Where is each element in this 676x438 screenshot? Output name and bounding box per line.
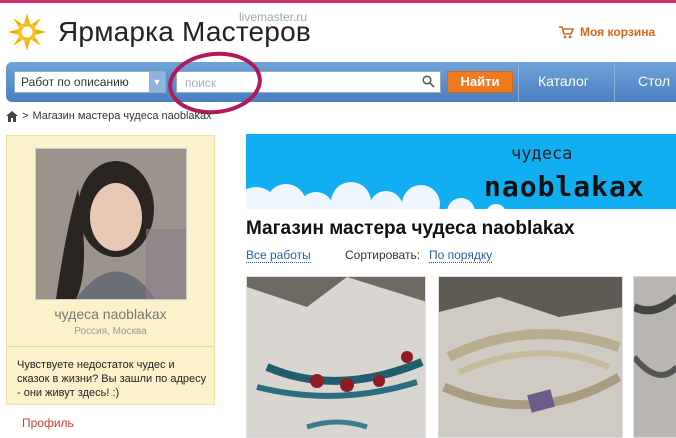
main-navbar: Работ по описанию ▼ Найти Каталог Стол bbox=[6, 62, 676, 102]
avatar-portrait-icon bbox=[36, 149, 186, 299]
master-sidebar: чудеса naoblakax Россия, Москва Чувствуе… bbox=[6, 135, 215, 405]
product-card[interactable] bbox=[246, 276, 426, 438]
master-promo-text: Чувствуете недостаток чудес и сказок в ж… bbox=[17, 359, 207, 399]
logo-sun-icon[interactable] bbox=[7, 12, 47, 52]
search-input[interactable] bbox=[183, 73, 417, 93]
nav-divider bbox=[614, 62, 615, 102]
site-domain: livemaster.ru bbox=[239, 10, 308, 24]
search-box bbox=[176, 71, 441, 93]
cart-link[interactable]: Моя корзина bbox=[558, 25, 655, 39]
product-card[interactable] bbox=[633, 276, 676, 438]
bracelet-photo-icon bbox=[247, 277, 425, 437]
product-card[interactable] bbox=[438, 276, 623, 438]
filter-value: Работ по описанию bbox=[21, 75, 129, 89]
master-name[interactable]: чудеса naoblakax bbox=[7, 306, 214, 322]
breadcrumb-separator: > bbox=[22, 110, 29, 122]
profile-link[interactable]: Профиль bbox=[22, 416, 74, 430]
breadcrumb: > Магазин мастера чудеса naoblakax bbox=[6, 110, 212, 122]
banner-line-1: чудеса bbox=[511, 144, 573, 164]
search-icon[interactable] bbox=[422, 75, 435, 88]
bracelet-photo-icon bbox=[439, 277, 622, 437]
cart-label: Моя корзина bbox=[580, 25, 656, 39]
search-filter-select[interactable]: Работ по описанию ▼ bbox=[14, 71, 166, 93]
top-accent-line bbox=[0, 0, 676, 3]
master-location: Россия, Москва bbox=[74, 326, 147, 337]
sort-label: Сортировать: bbox=[345, 248, 421, 262]
shop-banner: чудеса naoblakax bbox=[246, 134, 676, 209]
banner-line-2: naoblakax bbox=[484, 170, 645, 203]
all-works-link[interactable]: Все работы bbox=[246, 248, 311, 263]
nav-stol[interactable]: Стол bbox=[638, 73, 670, 89]
promo-divider bbox=[7, 346, 214, 347]
search-submit-button[interactable]: Найти bbox=[447, 71, 513, 93]
cart-icon bbox=[559, 26, 574, 39]
master-avatar[interactable] bbox=[35, 148, 187, 300]
nav-catalog[interactable]: Каталог bbox=[538, 73, 589, 89]
page-title: Магазин мастера чудеса naoblakax bbox=[246, 218, 575, 239]
breadcrumb-current: Магазин мастера чудеса naoblakax bbox=[32, 110, 212, 122]
chevron-down-icon[interactable]: ▼ bbox=[149, 72, 165, 92]
nav-divider bbox=[518, 62, 519, 102]
home-icon[interactable] bbox=[6, 110, 18, 122]
bracelet-photo-icon bbox=[634, 277, 676, 437]
sort-order-link[interactable]: По порядку bbox=[429, 248, 493, 263]
